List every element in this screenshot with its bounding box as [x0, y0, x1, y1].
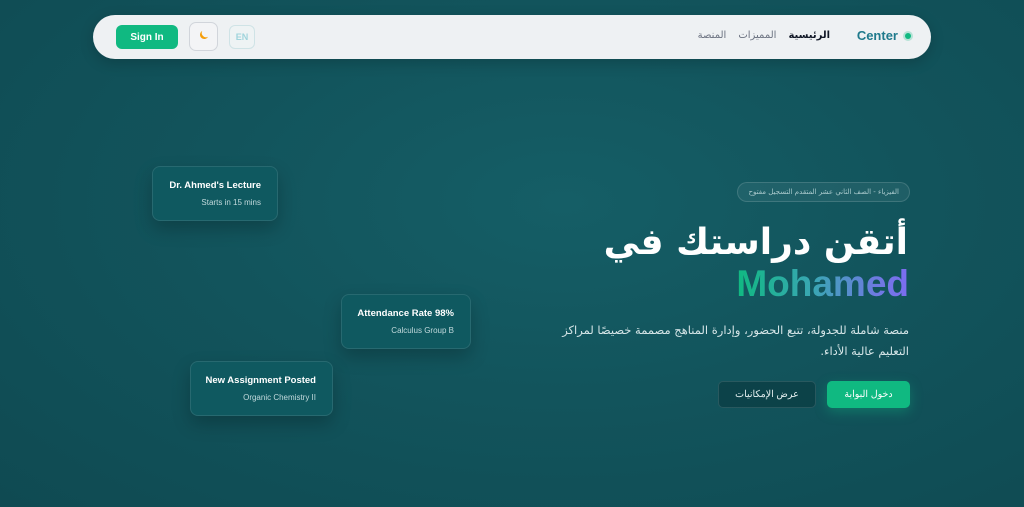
nav-link-features[interactable]: المميزات: [738, 30, 776, 41]
card-title: New Assignment Posted: [205, 375, 316, 386]
nav-link-home[interactable]: الرئيسية: [788, 30, 830, 41]
language-toggle-button[interactable]: EN: [229, 25, 255, 49]
hero-title: أتقن دراستك في: [603, 222, 908, 263]
brand-logo[interactable]: Center: [857, 28, 911, 43]
sign-in-button[interactable]: Sign In: [116, 25, 178, 49]
hero-description: منصة شاملة للجدولة، تتبع الحضور، وإدارة …: [562, 323, 909, 358]
brand-status-dot-icon: [905, 32, 911, 39]
enter-portal-button[interactable]: دخول البوابة: [827, 381, 910, 408]
view-features-button[interactable]: عرض الإمكانيات: [718, 381, 816, 408]
assignment-card: New Assignment Posted Organic Chemistry …: [190, 361, 333, 416]
moon-icon: [198, 29, 210, 44]
top-navbar: Center الرئيسية المميزات المنصة Sign In …: [93, 15, 931, 59]
nav-links: الرئيسية المميزات المنصة: [698, 30, 830, 41]
card-title: Attendance Rate 98%: [357, 308, 454, 319]
enrollment-badge: الفيزياء - الصف الثاني عشر المتقدم التسج…: [737, 182, 910, 202]
lecture-card: Dr. Ahmed's Lecture Starts in 15 mins: [152, 166, 278, 221]
nav-link-platform[interactable]: المنصة: [698, 30, 727, 41]
hero-highlight-name: Mohamed: [736, 263, 909, 304]
card-subtitle: Organic Chemistry II: [243, 393, 316, 402]
card-title: Dr. Ahmed's Lecture: [169, 180, 261, 191]
card-subtitle: Starts in 15 mins: [201, 198, 261, 207]
brand-name: Center: [856, 28, 898, 43]
attendance-card: Attendance Rate 98% Calculus Group B: [341, 294, 471, 349]
theme-toggle-button[interactable]: [189, 22, 218, 51]
card-subtitle: Calculus Group B: [391, 326, 454, 335]
